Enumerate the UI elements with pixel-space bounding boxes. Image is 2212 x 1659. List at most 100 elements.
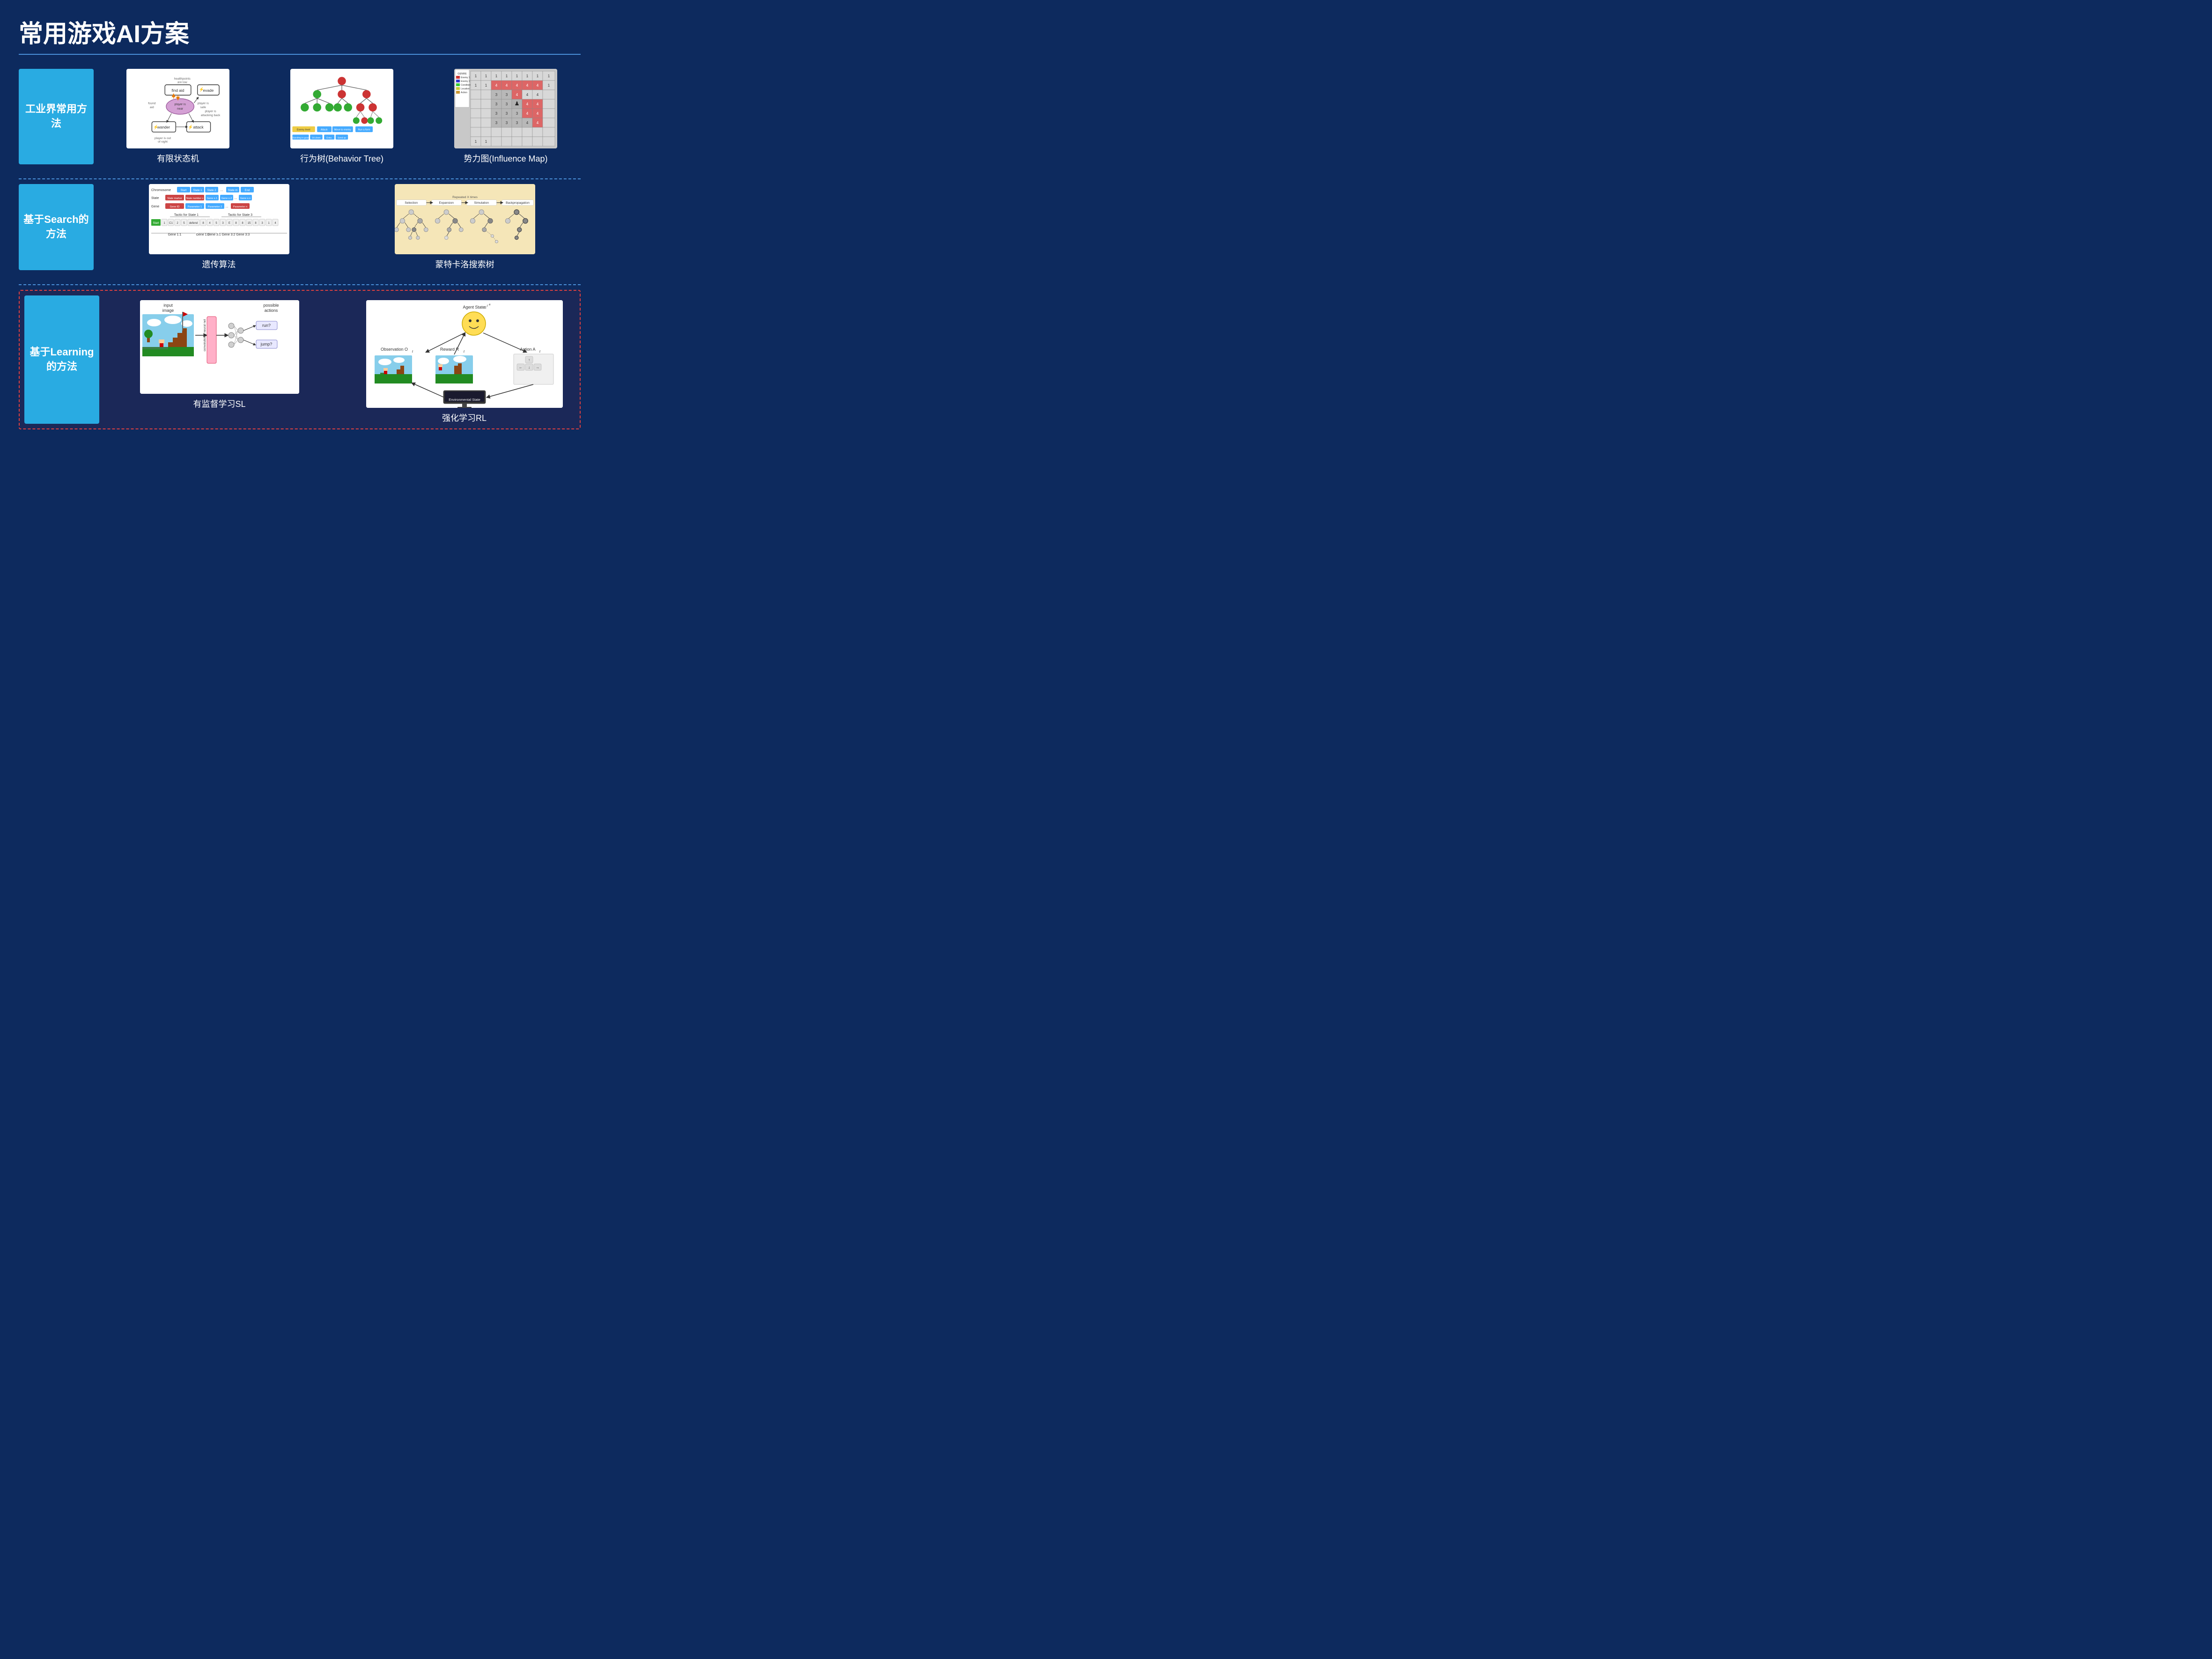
im-image: GENRE Enemy 1 Enemy 2 Condition Location… [454, 69, 557, 148]
svg-text:image: image [162, 308, 174, 313]
svg-text:aid: aid [150, 106, 154, 109]
row-search: 基于Search的 方法 Chromosome Start State 1 [19, 184, 581, 275]
svg-text:Standing in good: Standing in good [292, 136, 310, 139]
svg-text:Start: Start [153, 222, 159, 225]
svg-text:safe: safe [200, 106, 206, 109]
mcts-card: Repeated X times Selection Expansion Sim… [349, 184, 581, 270]
svg-text:Gene x.1: Gene x.1 [206, 197, 217, 200]
svg-text:3: 3 [506, 102, 508, 106]
svg-text:Run a form: Run a form [358, 129, 370, 132]
svg-text:4: 4 [526, 83, 529, 88]
svg-text:1: 1 [485, 83, 487, 88]
svg-text:healthpoints: healthpoints [174, 77, 191, 81]
svg-text:1: 1 [475, 83, 477, 88]
svg-text:wander: wander [157, 125, 170, 130]
svg-text:Agent State: Agent State [463, 305, 485, 310]
divider1 [19, 178, 581, 179]
mcts-label: 蒙特卡洛搜索树 [435, 258, 494, 270]
svg-text:...: ... [220, 188, 223, 192]
svg-text:Action: Action [461, 91, 467, 94]
svg-text:3: 3 [516, 111, 518, 116]
svg-text:defend: defend [189, 222, 197, 225]
svg-text:Gene: Gene [151, 205, 159, 208]
svg-text:4: 4 [537, 121, 539, 125]
svg-text:1: 1 [506, 74, 508, 78]
row1-content: healthpoints are low find aid evade ⚡ [103, 69, 581, 164]
mcts-svg: Repeated X times Selection Expansion Sim… [395, 184, 535, 254]
ga-svg: Chromosome Start State 1 State 2 ... Sta… [149, 184, 289, 254]
svg-text:possible: possible [263, 303, 279, 308]
row2-label: 基于Search的 方法 [19, 184, 94, 270]
svg-text:actions: actions [264, 308, 278, 313]
svg-text:run?: run? [262, 323, 270, 328]
ga-card: Chromosome Start State 1 State 2 ... Sta… [103, 184, 335, 270]
row2-content: Chromosome Start State 1 State 2 ... Sta… [103, 184, 581, 270]
svg-text:Gene 3:1 Gene 3:2 Gene 3:: Gene 3:1 Gene 3:2 Gene 3:3 [207, 233, 249, 236]
svg-text:1: 1 [548, 74, 550, 78]
svg-text:Chromosome: Chromosome [151, 189, 171, 192]
svg-text:3: 3 [495, 121, 498, 125]
svg-text:GENRE: GENRE [457, 73, 467, 75]
svg-text:4: 4 [516, 93, 518, 97]
ga-label: 遗传算法 [202, 258, 236, 270]
svg-text:4: 4 [526, 93, 529, 97]
svg-text:1: 1 [485, 74, 487, 78]
svg-text:←: ← [519, 365, 523, 369]
svg-text:Tactic for State 1: Tactic for State 1 [174, 214, 198, 217]
svg-text:↓: ↓ [528, 365, 530, 369]
svg-text:input: input [163, 303, 173, 308]
svg-text:State marker: State marker [167, 197, 182, 200]
svg-text:Gene x.n: Gene x.n [240, 197, 250, 200]
svg-text:attacking back: attacking back [201, 114, 221, 117]
rl-svg: Agent State S t a [366, 300, 563, 408]
svg-text:Parameter 2: Parameter 2 [207, 206, 221, 208]
svg-text:4: 4 [516, 83, 518, 88]
svg-text:Repeated X times: Repeated X times [452, 196, 478, 199]
svg-text:Enemy 2: Enemy 2 [461, 80, 470, 83]
svg-text:are low: are low [177, 81, 187, 84]
svg-text:Parameter n: Parameter n [233, 206, 247, 208]
sl-card: input image possible actions [109, 300, 330, 410]
svg-text:Gene ID: Gene ID [170, 206, 179, 208]
bt-label: 行为树(Behavior Tree) [300, 152, 383, 164]
svg-text:→: → [536, 365, 539, 369]
row-learning: 基于Learning 的方法 input image possible acti… [19, 290, 581, 429]
svg-text:C1: C1 [169, 222, 173, 225]
svg-text:1: 1 [526, 74, 529, 78]
svg-text:⚡: ⚡ [188, 125, 193, 130]
bt-card: Enemy level Attack Move to enemy Run a f… [267, 69, 417, 164]
svg-text:Sit down: Sit down [312, 136, 321, 139]
svg-text:Tactic for State 3: Tactic for State 3 [228, 214, 252, 217]
svg-text:3: 3 [495, 102, 498, 106]
row3-label: 基于Learning 的方法 [24, 295, 99, 424]
svg-text:Attack: Attack [321, 129, 328, 132]
rl-label: 强化学习RL [442, 412, 487, 424]
svg-text:1: 1 [475, 74, 477, 78]
im-card: GENRE Enemy 1 Enemy 2 Condition Location… [431, 69, 581, 164]
svg-text:Action A: Action A [520, 347, 535, 352]
svg-text:4: 4 [495, 83, 498, 88]
divider2 [19, 284, 581, 285]
page: 常用游戏AI方案 工业界常用方法 healthpoints are low [0, 0, 599, 450]
svg-text:jump?: jump? [260, 342, 272, 347]
svg-text:Enemy level: Enemy level [297, 129, 310, 132]
svg-text:...: ... [234, 196, 237, 200]
svg-text:Parameter 1: Parameter 1 [187, 206, 201, 208]
svg-text:↑: ↑ [528, 358, 530, 362]
svg-text:⚡: ⚡ [153, 125, 159, 130]
svg-text:4: 4 [537, 102, 539, 106]
svg-text:found: found [148, 102, 156, 105]
svg-text:Condition: Condition [461, 84, 471, 87]
svg-text:Move to enemy: Move to enemy [334, 129, 351, 132]
rl-card: Agent State S t a [354, 300, 575, 424]
svg-text:3: 3 [506, 93, 508, 97]
svg-text:♟: ♟ [515, 100, 520, 107]
svg-text:Location: Location [461, 88, 470, 90]
svg-text:4: 4 [526, 111, 529, 116]
svg-text:⚡: ⚡ [199, 87, 205, 92]
svg-text:1: 1 [537, 74, 539, 78]
bt-svg: Enemy level Attack Move to enemy Run a f… [290, 69, 393, 148]
svg-text:State 2: State 2 [207, 189, 216, 192]
svg-text:State number x: State number x [186, 197, 204, 200]
svg-text:Expansion: Expansion [439, 201, 454, 205]
